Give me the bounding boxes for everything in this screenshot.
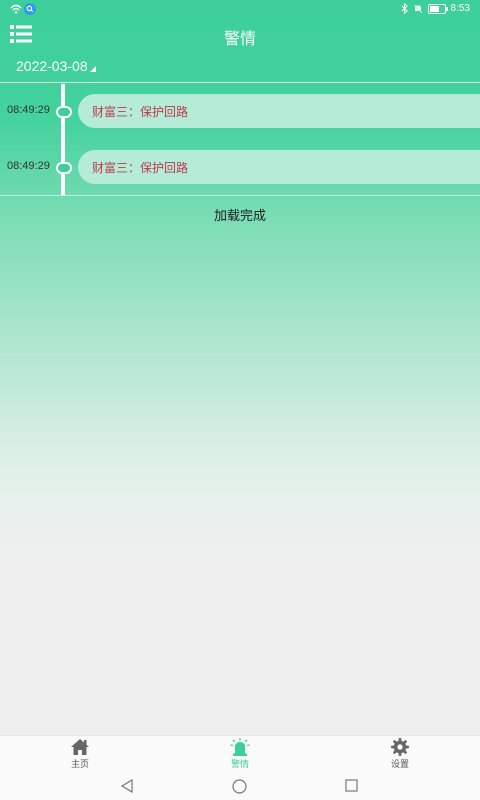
alarm-text: 财富三：保护回路 [92,161,189,175]
home-icon [71,739,89,755]
timeline-dot-icon [56,162,72,174]
gear-icon [391,738,409,756]
battery-level [429,5,440,12]
dropdown-triangle-icon [89,66,96,72]
page-title: 警情 [223,29,256,48]
alarm-text: 财富三：保护回路 [92,105,189,119]
tab-settings[interactable]: 设置 [370,738,430,774]
alarm-card[interactable]: 财富三：保护回路 [78,94,480,128]
status-right: 8:53 [401,3,470,14]
timeline-dot-icon [56,106,72,118]
tab-home-label: 主页 [70,760,89,770]
bottom-nav: 主页 警情 设置 [0,735,480,774]
search-badge-icon [24,3,36,15]
back-icon[interactable] [120,779,134,793]
alarm-time: 08:49:29 [7,104,50,116]
tab-settings-label: 设置 [390,760,409,770]
bluetooth-icon [401,3,408,14]
header-divider [0,82,480,83]
app-header: 警情 [0,20,480,50]
status-bar: 8:53 [0,0,480,20]
wifi-icon [10,4,22,14]
alarm-item: 08:49:29 财富三：保护回路 [0,94,480,130]
list-divider [0,195,480,196]
recent-apps-icon[interactable] [345,779,358,792]
clock: 8:53 [450,3,470,14]
mute-icon [413,4,422,13]
system-nav-bar [0,773,480,800]
tab-home[interactable]: 主页 [50,738,110,774]
alarm-time: 08:49:29 [7,160,50,172]
tab-alarms-label: 警情 [230,760,249,770]
date-picker[interactable]: 2022-03-08 [16,58,96,74]
battery-icon [427,3,448,14]
tab-alarms[interactable]: 警情 [210,738,270,774]
status-left [10,3,36,15]
home-circle-icon[interactable] [232,779,247,794]
date-value: 2022-03-08 [16,58,88,74]
siren-icon [230,738,250,756]
alarm-item: 08:49:29 财富三：保护回路 [0,150,480,186]
load-complete-text: 加载完成 [213,209,266,224]
alarm-card[interactable]: 财富三：保护回路 [78,150,480,184]
